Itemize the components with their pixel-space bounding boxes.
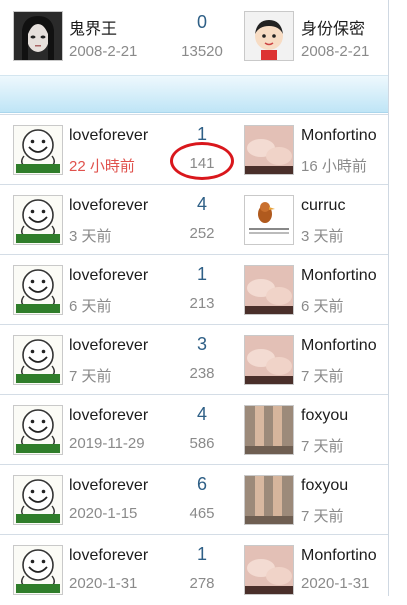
reply-count: 4: [196, 194, 207, 214]
smiley-face-avatar-icon[interactable]: [13, 405, 63, 455]
thread-row[interactable]: loveforever 3 天前 4 252 curruc 3 天前: [0, 185, 388, 255]
smiley-face-avatar-icon[interactable]: [13, 545, 63, 595]
thread-start-time: 2019-11-29: [69, 435, 145, 452]
pink-pose-avatar-icon[interactable]: [244, 265, 294, 315]
pink-pose-avatar-icon[interactable]: [244, 335, 294, 385]
smiley-face-avatar-icon[interactable]: [13, 265, 63, 315]
reply-count: 1: [196, 544, 207, 564]
thread-start-time: 22 小時前: [69, 158, 135, 175]
last-post-time: 6 天前: [301, 298, 344, 315]
view-count: 252: [189, 225, 215, 242]
last-post-time: 7 天前: [301, 438, 344, 455]
smiley-face-avatar-icon[interactable]: [13, 475, 63, 525]
section-divider-band: [0, 75, 388, 113]
annotation-highlight-circle: [170, 142, 234, 180]
thread-row[interactable]: loveforever 2020-1-15 6 465 foxyou 7 天前: [0, 465, 388, 535]
smiley-face-avatar-icon[interactable]: [13, 125, 63, 175]
thread-start-time: 3 天前: [69, 228, 112, 245]
list-border: [388, 0, 389, 596]
last-poster-name[interactable]: 身份保密: [301, 15, 365, 39]
view-count: 586: [189, 435, 215, 452]
view-count: 213: [189, 295, 215, 312]
thread-row[interactable]: loveforever 2020-1-31 1 278 Monfortino 2…: [0, 535, 388, 605]
view-count: 13520: [181, 43, 223, 60]
thread-row[interactable]: loveforever 6 天前 1 213 Monfortino 6 天前: [0, 255, 388, 325]
feet-photo-avatar-icon[interactable]: [244, 475, 294, 525]
forum-thread-list: 鬼界王 2008-2-21 0 13520 身份保密 2008-2-21 lov…: [0, 0, 407, 596]
thread-row[interactable]: loveforever 2019-11-29 4 586 foxyou 7 天前: [0, 395, 388, 465]
reply-count: 4: [196, 404, 207, 424]
last-poster-name[interactable]: Monfortino: [301, 547, 377, 565]
last-poster-name[interactable]: Monfortino: [301, 337, 377, 355]
thread-starter-name[interactable]: loveforever: [69, 197, 148, 215]
last-poster-name[interactable]: foxyou: [301, 477, 348, 495]
pink-pose-avatar-icon[interactable]: [244, 125, 294, 175]
thread-starter-name[interactable]: loveforever: [69, 547, 148, 565]
thread-starter-name[interactable]: loveforever: [69, 477, 148, 495]
thread-row-top[interactable]: 鬼界王 2008-2-21 0 13520 身份保密 2008-2-21: [0, 3, 388, 73]
smiley-face-avatar-icon[interactable]: [13, 335, 63, 385]
view-count: 465: [189, 505, 215, 522]
view-count: 238: [189, 365, 215, 382]
thread-start-date: 2008-2-21: [69, 43, 138, 60]
thread-start-time: 2020-1-31: [69, 575, 138, 592]
last-post-time: 16 小時前: [301, 158, 367, 175]
thread-starter-name[interactable]: loveforever: [69, 267, 148, 285]
cartoon-boy-avatar-icon[interactable]: [244, 11, 294, 61]
dark-hair-girl-avatar-icon[interactable]: [13, 11, 63, 61]
last-poster-name[interactable]: curruc: [301, 197, 345, 215]
view-count: 278: [189, 575, 215, 592]
last-post-time: 7 天前: [301, 368, 344, 385]
thread-start-time: 6 天前: [69, 298, 112, 315]
thread-starter-name[interactable]: loveforever: [69, 337, 148, 355]
thread-row[interactable]: loveforever 7 天前 3 238 Monfortino 7 天前: [0, 325, 388, 395]
thread-starter-name[interactable]: loveforever: [69, 127, 148, 145]
pink-pose-avatar-icon[interactable]: [244, 545, 294, 595]
feet-photo-avatar-icon[interactable]: [244, 405, 294, 455]
reply-count: 6: [196, 474, 207, 494]
last-poster-name[interactable]: Monfortino: [301, 127, 377, 145]
thread-start-time: 7 天前: [69, 368, 112, 385]
last-poster-name[interactable]: foxyou: [301, 407, 348, 425]
smiley-face-avatar-icon[interactable]: [13, 195, 63, 245]
reply-count: 0: [196, 12, 207, 32]
last-poster-name[interactable]: Monfortino: [301, 267, 377, 285]
last-post-time: 3 天前: [301, 228, 344, 245]
last-post-time: 7 天前: [301, 508, 344, 525]
last-post-time: 2008-2-21: [301, 43, 370, 60]
cartoon-bird-avatar-icon[interactable]: [244, 195, 294, 245]
thread-start-time: 2020-1-15: [69, 505, 138, 522]
thread-starter-name[interactable]: loveforever: [69, 407, 148, 425]
last-post-time: 2020-1-31: [301, 575, 370, 592]
thread-starter-name[interactable]: 鬼界王: [69, 15, 117, 39]
reply-count: 1: [196, 264, 207, 284]
reply-count: 3: [196, 334, 207, 354]
